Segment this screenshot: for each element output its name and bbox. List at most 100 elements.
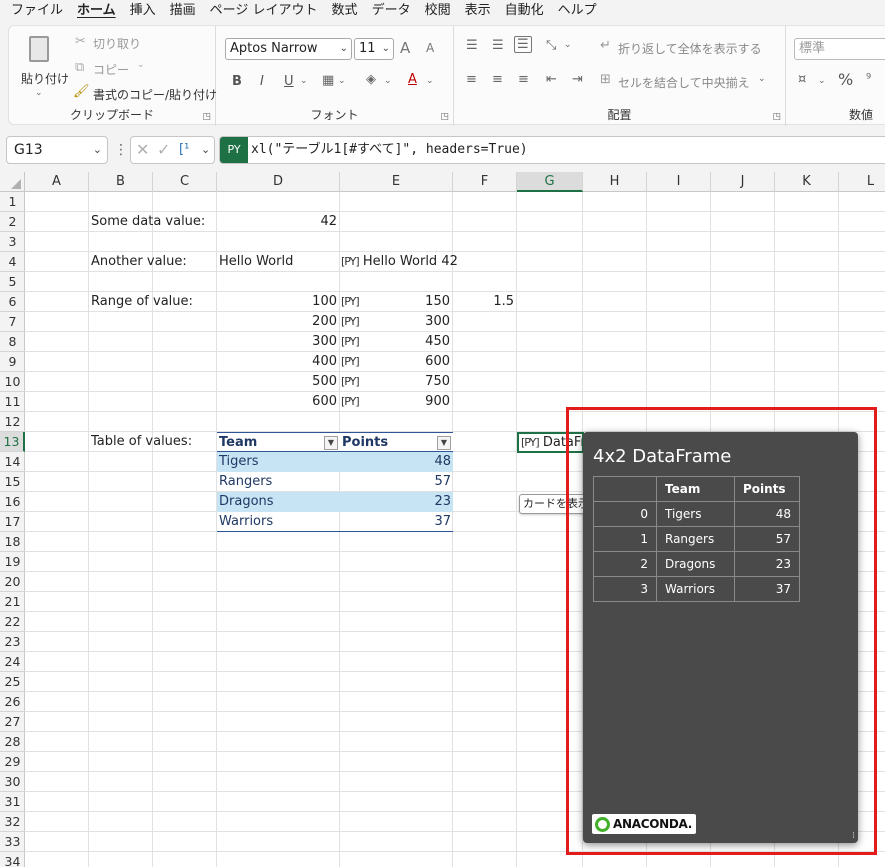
font-color-chevron-icon[interactable]: ⌄ <box>426 76 434 86</box>
row-header[interactable]: 3 <box>0 232 25 252</box>
table-cell-team[interactable]: Dragons <box>217 492 340 512</box>
menu-formulas[interactable]: 数式 <box>325 0 365 22</box>
menu-data[interactable]: データ <box>365 0 418 22</box>
row-header[interactable]: 6 <box>0 292 25 312</box>
cell-e6[interactable]: 150 <box>375 292 450 312</box>
menu-page-layout[interactable]: ページ レイアウト <box>203 0 325 22</box>
column-header-k[interactable]: K <box>775 172 839 192</box>
row-header[interactable]: 1 <box>0 192 25 212</box>
column-header-i[interactable]: I <box>647 172 711 192</box>
menu-automate[interactable]: 自動化 <box>498 0 551 22</box>
column-header-c[interactable]: C <box>153 172 217 192</box>
italic-button[interactable]: I <box>260 74 264 89</box>
column-header-g[interactable]: G <box>517 172 583 192</box>
align-right-icon[interactable]: ≡ <box>518 72 529 87</box>
column-header-f[interactable]: F <box>453 172 517 192</box>
cancel-icon[interactable]: ✕ <box>136 140 149 159</box>
confirm-icon[interactable]: ✓ <box>157 140 170 159</box>
cell-d11[interactable]: 600 <box>217 392 337 412</box>
wrap-text-button[interactable]: 折り返して全体を表示する <box>618 40 762 57</box>
table-cell-team[interactable]: Warriors <box>217 512 340 532</box>
borders-chevron-icon[interactable]: ⌄ <box>338 76 346 86</box>
row-header[interactable]: 18 <box>0 532 25 552</box>
select-all-button[interactable] <box>0 172 25 192</box>
cell-d8[interactable]: 300 <box>217 332 337 352</box>
row-header[interactable]: 34 <box>0 852 25 867</box>
column-header-a[interactable]: A <box>25 172 89 192</box>
cell-e4[interactable]: [PY] Hello World 42 <box>341 252 458 272</box>
column-header-e[interactable]: E <box>340 172 453 192</box>
font-color-icon[interactable]: A <box>408 72 417 87</box>
bold-button[interactable]: B <box>232 74 242 89</box>
row-header[interactable]: 5 <box>0 272 25 292</box>
cell-d7[interactable]: 200 <box>217 312 337 332</box>
underline-chevron-icon[interactable]: ⌄ <box>300 76 308 86</box>
borders-icon[interactable]: ▦ <box>322 73 334 88</box>
merge-chevron-icon[interactable]: ⌄ <box>758 74 766 84</box>
row-header[interactable]: 14 <box>0 452 25 472</box>
row-header[interactable]: 27 <box>0 712 25 732</box>
row-header[interactable]: 12 <box>0 412 25 432</box>
row-header[interactable]: 28 <box>0 732 25 752</box>
column-header-h[interactable]: H <box>583 172 647 192</box>
cell-d6[interactable]: 100 <box>217 292 337 312</box>
cell-e9[interactable]: 600 <box>375 352 450 372</box>
cell-b13[interactable]: Table of values: <box>91 432 192 452</box>
table-cell-points[interactable]: 48 <box>340 452 453 472</box>
cell-e8[interactable]: 450 <box>375 332 450 352</box>
show-card-tooltip[interactable]: カードを表示 <box>519 494 589 514</box>
row-header[interactable]: 8 <box>0 332 25 352</box>
chevron-down-icon[interactable]: ⌄ <box>201 143 210 156</box>
filter-dropdown-icon[interactable]: ▼ <box>437 436 451 450</box>
table-cell-team[interactable]: Rangers <box>217 472 340 492</box>
paste-button[interactable]: 貼り付け ⌄ <box>15 32 69 102</box>
row-header[interactable]: 32 <box>0 812 25 832</box>
font-name-select[interactable]: Aptos Narrow ⌄ <box>225 38 352 60</box>
row-header[interactable]: 15 <box>0 472 25 492</box>
cell-b6[interactable]: Range of value: <box>91 292 193 312</box>
dialog-launcher-icon[interactable]: ◳ <box>772 112 781 122</box>
row-header[interactable]: 24 <box>0 652 25 672</box>
column-header-j[interactable]: J <box>711 172 775 192</box>
menu-home[interactable]: ホーム <box>70 0 123 22</box>
underline-button[interactable]: U <box>284 74 294 89</box>
font-size-select[interactable]: 11 ⌄ <box>354 38 394 60</box>
filter-dropdown-icon[interactable]: ▼ <box>324 436 338 450</box>
row-header-selected[interactable]: 13 <box>0 432 25 452</box>
formula-input[interactable]: PY xl("テーブル1[#すべて]", headers=True) <box>219 136 885 164</box>
format-painter-button[interactable]: 書式のコピー/貼り付け <box>93 86 217 103</box>
column-header-b[interactable]: B <box>89 172 153 192</box>
column-header-d[interactable]: D <box>217 172 340 192</box>
cell-d2[interactable]: 42 <box>217 212 337 232</box>
align-bottom-icon[interactable]: ☰ <box>514 36 532 53</box>
align-center-icon[interactable]: ≡ <box>492 72 503 87</box>
row-header[interactable]: 23 <box>0 632 25 652</box>
align-left-icon[interactable]: ≡ <box>466 72 477 87</box>
copy-chevron-icon[interactable]: ⌄ <box>137 60 145 70</box>
comma-style-icon[interactable]: ⁹ <box>866 72 871 87</box>
name-box[interactable]: G13 ⌄ <box>6 136 108 164</box>
row-header[interactable]: 11 <box>0 392 25 412</box>
percent-button[interactable]: % <box>838 70 853 89</box>
cell-e7[interactable]: 300 <box>375 312 450 332</box>
more-icon[interactable]: ⋮ <box>114 142 128 158</box>
menu-draw[interactable]: 描画 <box>163 0 203 22</box>
cell-d4[interactable]: Hello World <box>219 252 293 272</box>
align-middle-icon[interactable]: ☰ <box>492 38 504 53</box>
menu-file[interactable]: ファイル <box>4 0 70 22</box>
row-header[interactable]: 22 <box>0 612 25 632</box>
menu-review[interactable]: 校閲 <box>418 0 458 22</box>
increase-indent-icon[interactable]: ⇥ <box>572 72 583 87</box>
dialog-launcher-icon[interactable]: ◳ <box>202 112 211 122</box>
fill-color-icon[interactable]: ◈ <box>366 72 376 87</box>
table-cell-points[interactable]: 57 <box>340 472 453 492</box>
currency-chevron-icon[interactable]: ⌄ <box>818 76 826 86</box>
row-header[interactable]: 7 <box>0 312 25 332</box>
row-header[interactable]: 26 <box>0 692 25 712</box>
row-header[interactable]: 30 <box>0 772 25 792</box>
currency-icon[interactable]: ¤ <box>798 72 806 87</box>
row-header[interactable]: 4 <box>0 252 25 272</box>
cell-d10[interactable]: 500 <box>217 372 337 392</box>
row-header[interactable]: 9 <box>0 352 25 372</box>
cell-b2[interactable]: Some data value: <box>91 212 205 232</box>
